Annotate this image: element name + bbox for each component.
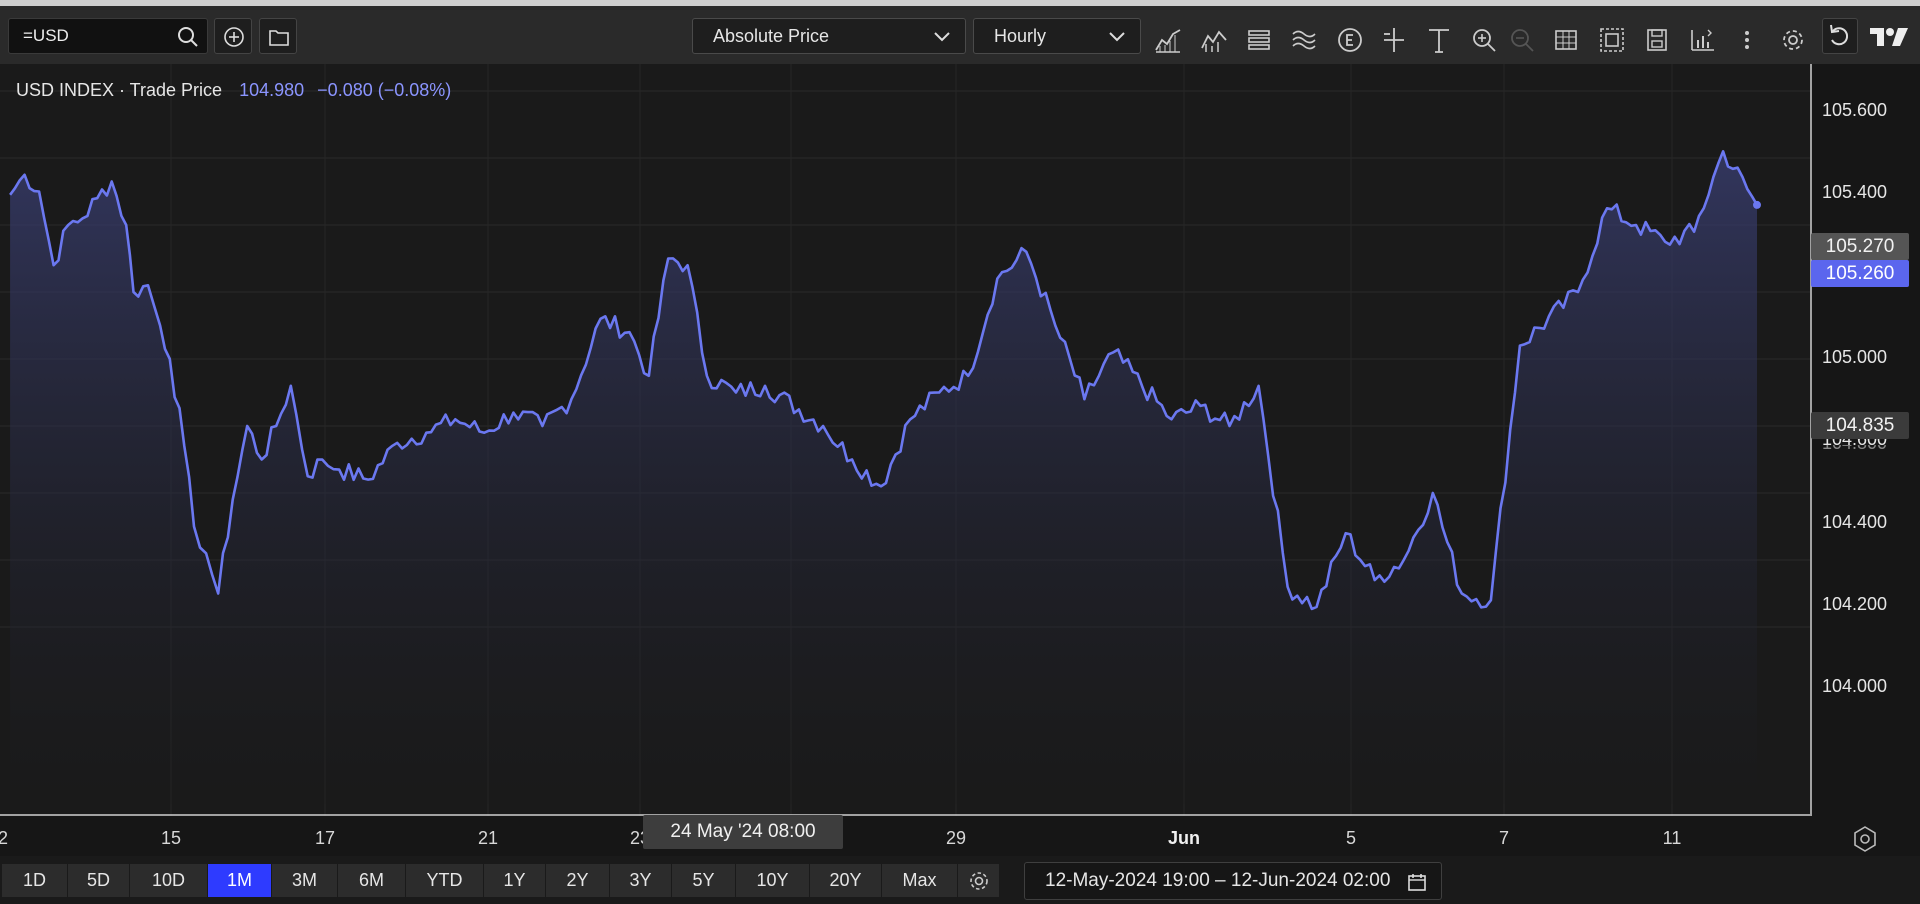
range-button-ytd[interactable]: YTD — [406, 864, 484, 897]
crosshair-tool-icon[interactable] — [1380, 26, 1408, 54]
range-button-5d[interactable]: 5D — [68, 864, 130, 897]
last-price-point — [1753, 200, 1761, 209]
price-mode-dropdown[interactable]: Absolute Price — [692, 18, 966, 54]
reference-price-tag: 105.270 — [1811, 233, 1909, 260]
symbol-search-input[interactable]: =USD — [8, 18, 208, 54]
range-button-3y[interactable]: 3Y — [610, 864, 672, 897]
date-range-text: 12-May-2024 19:00 – 12-Jun-2024 02:00 — [1045, 870, 1391, 891]
x-tick-label: 29 — [945, 828, 967, 848]
event-icon[interactable] — [1336, 26, 1364, 54]
symbol-text: =USD — [23, 26, 69, 45]
range-button-5y[interactable]: 5Y — [672, 864, 736, 897]
add-circle-icon[interactable] — [214, 18, 252, 54]
tradingview-logo — [1868, 20, 1912, 54]
range-button-max[interactable]: Max — [882, 864, 958, 897]
y-tick-label: 104.200 — [1822, 594, 1888, 614]
y-tick-label: 105.600 — [1822, 100, 1888, 120]
table-icon[interactable] — [1552, 26, 1580, 54]
crosshair-time-label: 24 May '24 08:00 — [643, 815, 843, 849]
search-icon[interactable] — [177, 26, 199, 60]
chevron-down-icon — [1109, 32, 1125, 42]
x-tick-label: 17 — [314, 828, 336, 848]
range-button-10d[interactable]: 10D — [130, 864, 208, 897]
price-chart[interactable] — [0, 64, 1810, 816]
zoom-out-icon — [1508, 26, 1536, 54]
undo-icon — [1830, 24, 1849, 46]
x-tick-label: 2 — [0, 828, 9, 848]
range-button-1y[interactable]: 1Y — [484, 864, 546, 897]
range-button-1m[interactable]: 1M — [208, 864, 272, 897]
calendar-icon — [1408, 874, 1426, 891]
interval-label: Hourly — [994, 26, 1047, 46]
range-button-2y[interactable]: 2Y — [546, 864, 610, 897]
range-button-3m[interactable]: 3M — [272, 864, 338, 897]
last-price-tag: 105.260 — [1811, 260, 1909, 287]
mountain-chart-icon[interactable] — [1154, 26, 1182, 54]
layout-icon[interactable] — [1598, 26, 1626, 54]
y-tick-label: 105.000 — [1822, 347, 1888, 367]
x-tick-label: 21 — [477, 828, 499, 848]
legend-change: −0.080 (−0.08%) — [317, 80, 452, 100]
axis-settings-icon[interactable] — [1850, 824, 1880, 854]
y-tick-label: 105.400 — [1822, 182, 1888, 202]
range-button-10y[interactable]: 10Y — [736, 864, 810, 897]
range-button-20y[interactable]: 20Y — [810, 864, 882, 897]
save-icon[interactable] — [1643, 26, 1671, 54]
y-tick-label: 104.000 — [1822, 676, 1888, 696]
x-tick-label-month: Jun — [1167, 828, 1201, 848]
chart-legend: USD INDEX · Trade Price 104.980 −0.080 (… — [16, 80, 451, 101]
text-icon[interactable] — [1425, 26, 1453, 54]
price-area-fill — [10, 151, 1758, 805]
price-mode-label: Absolute Price — [713, 26, 830, 46]
x-tick-label: 11 — [1662, 828, 1682, 848]
zoom-in-icon[interactable] — [1470, 26, 1498, 54]
range-button-1d[interactable]: 1D — [2, 864, 68, 897]
chevron-down-icon — [934, 32, 950, 42]
legend-name: USD INDEX · Trade Price — [16, 80, 223, 100]
cursor-price-tag: 104.835 — [1811, 412, 1909, 439]
date-range-picker[interactable]: 12-May-2024 19:00 – 12-Jun-2024 02:00 — [1024, 862, 1442, 900]
settings-icon[interactable] — [1779, 26, 1807, 54]
interval-dropdown[interactable]: Hourly — [973, 18, 1141, 54]
gear-icon — [969, 872, 988, 890]
legend-value: 104.980 — [239, 80, 305, 100]
x-tick-label: 7 — [1498, 828, 1510, 848]
range-settings-button[interactable] — [958, 864, 1000, 897]
undo-button[interactable] — [1822, 18, 1858, 54]
chart-area[interactable] — [0, 64, 1810, 816]
x-tick-label: 5 — [1345, 828, 1357, 848]
toolbar: =USD Absolute Price Hourly — [0, 6, 1920, 64]
list-icon[interactable] — [1245, 26, 1273, 54]
x-tick-label: 15 — [160, 828, 182, 848]
y-tick-label: 104.400 — [1822, 512, 1888, 532]
wave-icon[interactable] — [1290, 26, 1318, 54]
folder-icon[interactable] — [259, 18, 297, 54]
compare-chart-icon[interactable] — [1688, 26, 1716, 54]
indicator-icon[interactable] — [1200, 26, 1228, 54]
more-icon[interactable] — [1733, 26, 1761, 54]
range-button-6m[interactable]: 6M — [338, 864, 406, 897]
